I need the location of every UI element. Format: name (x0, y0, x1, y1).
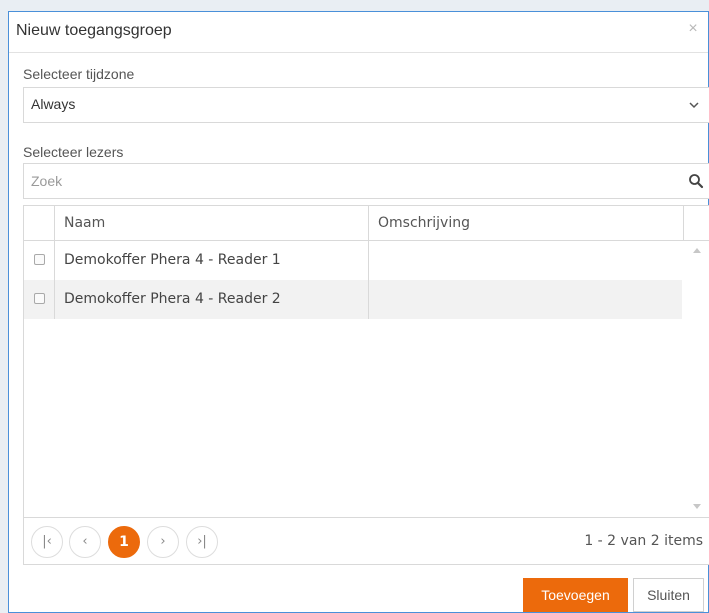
search-icon[interactable] (688, 173, 704, 189)
row-checkbox[interactable] (34, 293, 45, 304)
timezone-select-value: Always (31, 96, 76, 112)
timezone-select[interactable]: Always (23, 87, 709, 123)
readers-label: Selecteer lezers (23, 144, 124, 160)
dialog-title: Nieuw toegangsgroep (16, 22, 172, 39)
timezone-label: Selecteer tijdzone (23, 66, 135, 82)
close-button[interactable]: Sluiten (633, 578, 704, 612)
header-select-column (24, 206, 55, 240)
scroll-up-icon[interactable] (693, 248, 701, 253)
grid-header: Naam Omschrijving (24, 206, 709, 241)
dialog-header: Nieuw toegangsgroep × (9, 12, 708, 53)
readers-search-input[interactable] (24, 164, 674, 198)
readers-search (23, 163, 709, 199)
column-header-description[interactable]: Omschrijving (369, 206, 684, 240)
grid-pager: |‹ ‹ 1 › ›| 1 - 2 van 2 items (24, 517, 709, 564)
pager-info: 1 - 2 van 2 items (584, 533, 703, 549)
close-icon[interactable]: × (686, 21, 700, 37)
grid-vertical-scrollbar[interactable] (684, 241, 709, 517)
row-checkbox[interactable] (34, 254, 45, 265)
previous-page-button[interactable]: ‹ (69, 526, 101, 558)
reader-name: Demokoffer Phera 4 - Reader 1 (55, 241, 369, 280)
next-page-button[interactable]: › (147, 526, 179, 558)
new-access-group-dialog: Nieuw toegangsgroep × Selecteer tijdzone… (8, 11, 709, 613)
row-checkbox-cell (24, 280, 55, 319)
table-row[interactable]: Demokoffer Phera 4 - Reader 1 (24, 241, 682, 280)
last-page-button[interactable]: ›| (186, 526, 218, 558)
first-page-button[interactable]: |‹ (31, 526, 63, 558)
scroll-down-icon[interactable] (693, 504, 701, 509)
table-row[interactable]: Demokoffer Phera 4 - Reader 2 (24, 280, 682, 319)
reader-name: Demokoffer Phera 4 - Reader 2 (55, 280, 369, 319)
reader-description (369, 280, 682, 319)
header-scroll-spacer (684, 206, 709, 240)
add-button[interactable]: Toevoegen (523, 578, 628, 612)
column-header-name[interactable]: Naam (55, 206, 369, 240)
row-checkbox-cell (24, 241, 55, 280)
reader-description (369, 241, 682, 280)
grid-body: Demokoffer Phera 4 - Reader 1 Demokoffer… (24, 241, 682, 517)
chevron-down-icon (689, 102, 699, 109)
page-button-current[interactable]: 1 (108, 526, 140, 558)
readers-grid: Naam Omschrijving Demokoffer Phera 4 - R… (23, 205, 709, 565)
